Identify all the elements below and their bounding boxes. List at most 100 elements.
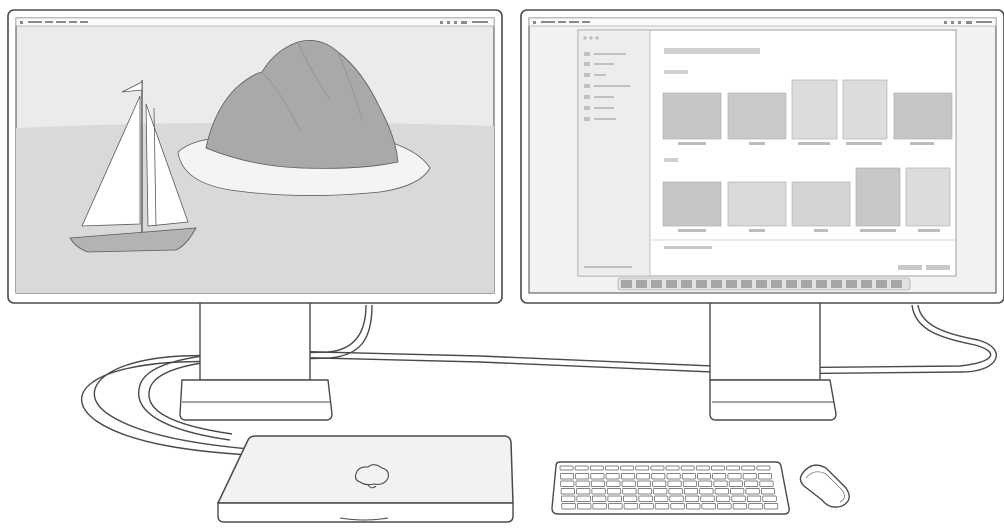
keyboard-key [605, 473, 620, 480]
keyboard-key [697, 473, 711, 480]
keyboard-key [560, 473, 574, 480]
footer-button-1 [898, 265, 922, 270]
dock [617, 277, 911, 291]
dock-icon [786, 280, 797, 288]
dock-icon [681, 280, 692, 288]
keyboard-key [651, 473, 666, 480]
keyboard-key [606, 480, 621, 487]
keyboard-key [667, 480, 682, 487]
keyboard-key [577, 503, 592, 510]
setup-diagram [7, 9, 1004, 523]
keyboard-key [714, 488, 729, 495]
keyboard-key [637, 488, 652, 495]
dock-icon [651, 280, 662, 288]
dock-icon [846, 280, 857, 288]
keyboard-key [560, 480, 575, 487]
keyboard-key [715, 495, 731, 502]
keyboard-key [762, 495, 777, 502]
keyboard-key [759, 480, 774, 487]
section-1-label [664, 70, 688, 74]
keyboard-key [590, 480, 605, 487]
dock-icon [801, 280, 812, 288]
left-display [7, 9, 503, 421]
keyboard-key [757, 473, 772, 480]
photos-app-window [577, 29, 957, 277]
keyboard-key [698, 480, 713, 487]
dock-icon [816, 280, 827, 288]
keyboard-key [576, 495, 591, 502]
keyboard-key [621, 480, 636, 487]
keyboard-key [760, 488, 776, 495]
keyboard-key [575, 473, 590, 480]
keyboard-key [746, 495, 762, 502]
magic-keyboard [551, 461, 790, 515]
keyboard-key [700, 495, 715, 502]
keyboard-key [665, 465, 680, 471]
keyboard-key [561, 495, 576, 502]
keyboard-key [623, 503, 639, 510]
macbook-closed [216, 435, 514, 523]
keyboard-key [670, 503, 685, 510]
keyboard-key [606, 488, 622, 495]
keyboard-key [680, 465, 695, 471]
keyboard-key [636, 480, 651, 487]
keyboard-key [669, 495, 684, 502]
dock-icon [771, 280, 782, 288]
window-sidebar [577, 29, 651, 277]
keyboard-key [713, 480, 728, 487]
keyboard-key [684, 495, 700, 502]
left-display-stand-arm [199, 299, 311, 381]
keyboard-key [727, 473, 742, 480]
magic-mouse [799, 464, 850, 508]
keyboard-key [575, 480, 590, 487]
keyboard-key [744, 480, 759, 487]
keyboard-key [650, 465, 665, 471]
dock-icon [756, 280, 767, 288]
keyboard-key [731, 495, 746, 502]
keyboard-key [622, 488, 637, 495]
keyboard-key [748, 503, 763, 510]
keyboard-key [652, 480, 667, 487]
dock-icon [891, 280, 902, 288]
dock-icon [636, 280, 647, 288]
keyboard-key [654, 503, 670, 510]
keyboard-key [574, 465, 589, 471]
keyboard-key [589, 465, 604, 471]
keyboard-key [653, 488, 668, 495]
keyboard-key [701, 503, 716, 510]
dock-icon [621, 280, 632, 288]
right-menubar [528, 17, 997, 27]
keyboard-key [741, 465, 756, 471]
keyboard-key [668, 488, 683, 495]
keyboard-key [620, 465, 635, 471]
keyboard-key [576, 488, 591, 495]
keyboard-key [730, 488, 745, 495]
keyboard-key [756, 465, 771, 471]
dock-icon [861, 280, 872, 288]
dock-icon [666, 280, 677, 288]
dock-icon [711, 280, 722, 288]
keyboard-key [608, 503, 623, 510]
keyboard-key [742, 473, 757, 480]
keyboard-key [712, 473, 727, 480]
footer-button-2 [926, 265, 950, 270]
keyboard-key [763, 503, 779, 510]
right-display-stand-base [709, 379, 837, 421]
keyboard-key [682, 480, 697, 487]
traffic-lights [583, 36, 599, 40]
keyboard-key [623, 495, 638, 502]
right-display-stand-arm [709, 299, 821, 381]
dock-icon [741, 280, 752, 288]
keyboard-key [638, 495, 653, 502]
footer-label [664, 246, 712, 249]
keyboard-key [636, 473, 651, 480]
right-display [520, 9, 1004, 421]
content-title [664, 48, 760, 54]
dock-icon [876, 280, 887, 288]
left-display-stand-base [179, 379, 333, 421]
keyboard-key [728, 480, 743, 487]
keyboard-key [711, 465, 725, 471]
dock-icon [726, 280, 737, 288]
keyboard-key [681, 473, 696, 480]
dock-icon [696, 280, 707, 288]
